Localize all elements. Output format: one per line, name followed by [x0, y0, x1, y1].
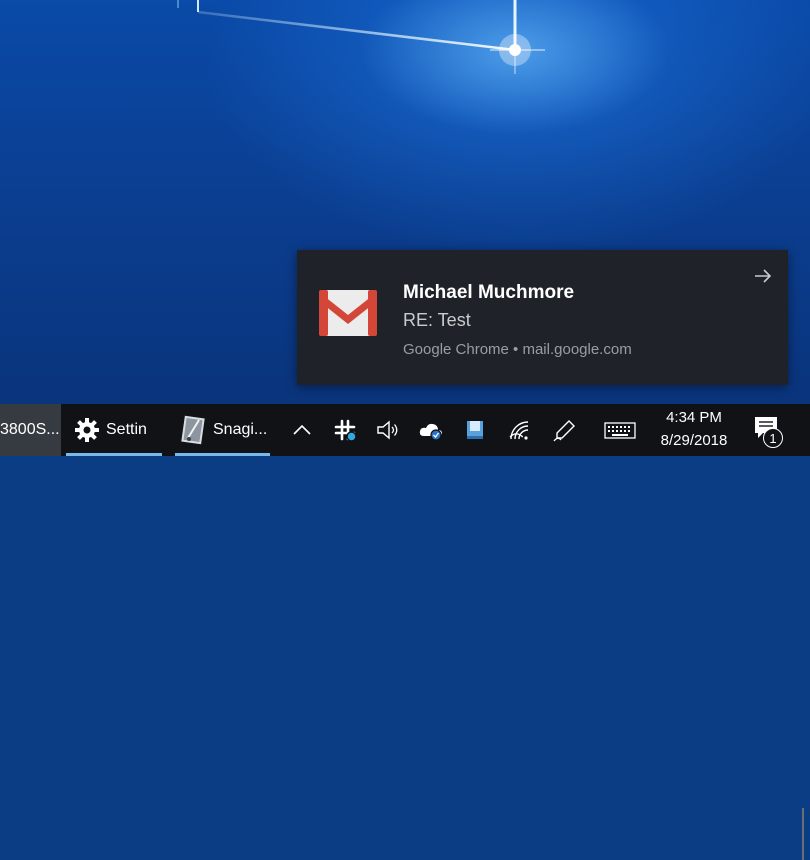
taskbar-app-label: Snagi... [213, 421, 268, 438]
notification-toast[interactable]: Michael Muchmore RE: Test Google Chrome … [297, 250, 788, 385]
keyboard-icon[interactable] [603, 417, 637, 443]
system-clock[interactable]: 4:34 PM 8/29/2018 [640, 404, 748, 456]
taskbar-app-3800s[interactable]: 3800S... [0, 404, 61, 456]
pen-icon[interactable] [552, 417, 578, 443]
snagit-icon [181, 415, 205, 445]
clock-time: 4:34 PM [666, 409, 722, 426]
notification-source: Google Chrome • mail.google.com [403, 341, 632, 358]
show-desktop-button[interactable] [802, 808, 804, 860]
taskbar: 3800S... Settin Snagi... 4:34 PM 8/29/20… [0, 404, 810, 860]
slack-icon[interactable] [332, 417, 358, 443]
clock-date: 8/29/2018 [660, 432, 728, 449]
arrow-right-icon[interactable] [751, 264, 775, 288]
gear-icon [75, 418, 99, 442]
notification-count-badge: 1 [763, 428, 783, 448]
app-tray-icon[interactable] [462, 417, 488, 443]
gmail-icon [319, 290, 377, 336]
taskbar-app-label: Settin [106, 421, 147, 438]
taskbar-app-label: 3800S... [0, 421, 60, 438]
wifi-icon[interactable] [506, 417, 532, 443]
taskbar-app-settings[interactable]: Settin [66, 404, 162, 456]
taskbar-app-snagit[interactable]: Snagi... [175, 404, 270, 456]
volume-icon[interactable] [375, 417, 401, 443]
notification-subject: RE: Test [403, 310, 471, 330]
chevron-up-icon[interactable] [289, 417, 315, 443]
onedrive-icon[interactable] [418, 417, 444, 443]
notification-sender: Michael Muchmore [403, 282, 575, 303]
